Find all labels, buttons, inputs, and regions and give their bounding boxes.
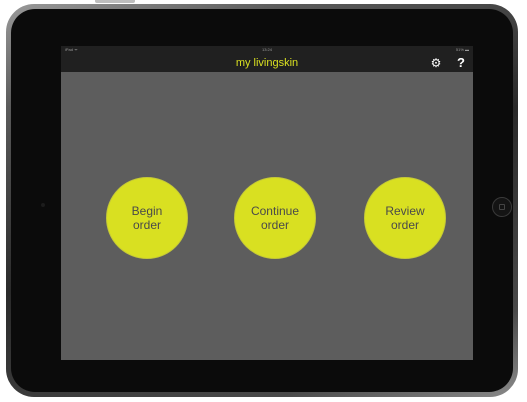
- app-screen: iPad ᯤ 13:24 51% ▬ my livingskin ⚙ ? Beg…: [61, 46, 473, 360]
- review-order-label: Review order: [385, 204, 424, 232]
- continue-order-button[interactable]: Continue order: [234, 177, 316, 259]
- review-order-label-line1: Review: [385, 204, 425, 218]
- home-button-icon: [499, 204, 505, 210]
- ipad-device-frame: iPad ᯤ 13:24 51% ▬ my livingskin ⚙ ? Beg…: [6, 4, 518, 397]
- help-icon[interactable]: ?: [456, 56, 466, 70]
- front-camera: [41, 203, 45, 207]
- gear-icon[interactable]: ⚙: [430, 57, 442, 69]
- status-time: 13:24: [261, 47, 272, 52]
- review-order-button[interactable]: Review order: [364, 177, 446, 259]
- device-volume-buttons: [95, 0, 135, 3]
- begin-order-label-line2: order: [132, 218, 161, 232]
- home-button[interactable]: [492, 197, 512, 217]
- navigation-bar: my livingskin ⚙ ?: [61, 54, 473, 72]
- begin-order-button[interactable]: Begin order: [106, 177, 188, 259]
- review-order-label-line2: order: [390, 218, 419, 232]
- continue-order-label-line2: order: [260, 218, 289, 232]
- status-bar: iPad ᯤ 13:24 51% ▬: [61, 46, 473, 54]
- begin-order-label-line1: Begin: [131, 204, 163, 218]
- app-title: my livingskin: [235, 57, 299, 69]
- begin-order-label: Begin order: [132, 204, 163, 232]
- continue-order-label-line1: Continue: [250, 204, 300, 218]
- continue-order-label: Continue order: [251, 204, 299, 232]
- status-battery: 51% ▬: [455, 47, 469, 52]
